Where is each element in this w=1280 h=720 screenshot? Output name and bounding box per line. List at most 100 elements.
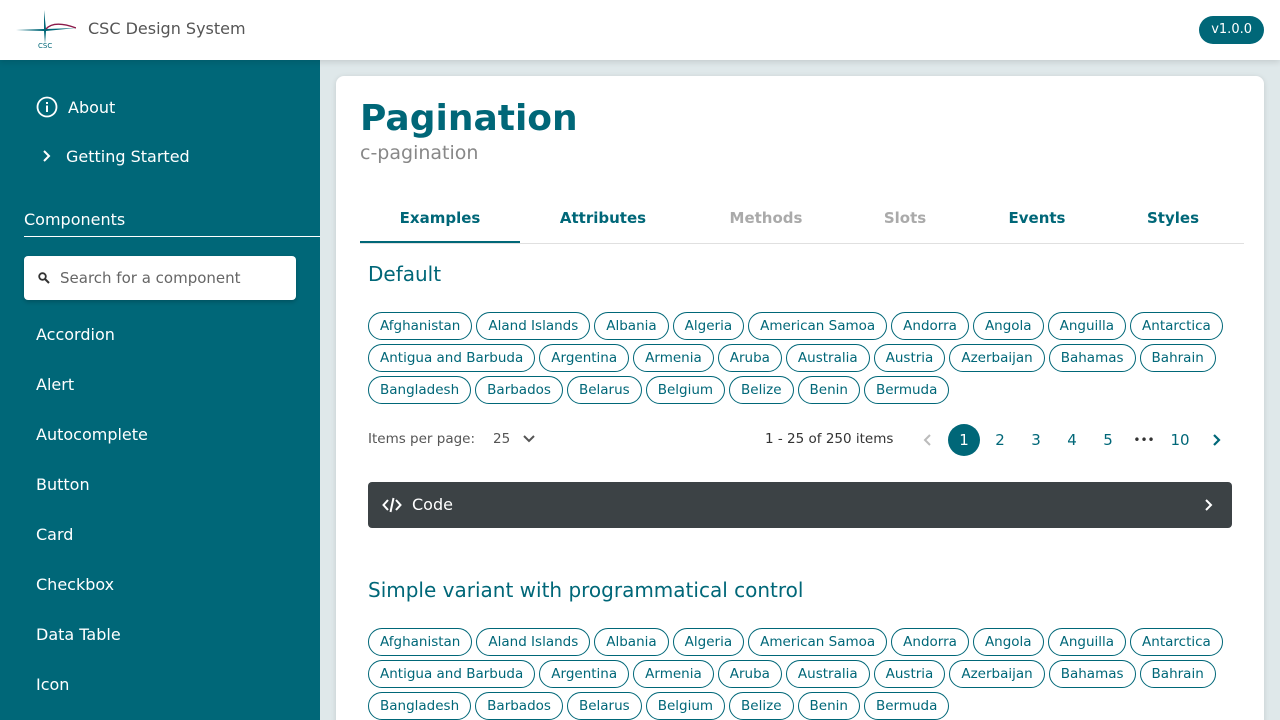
country-chip[interactable]: Anguilla [1047,628,1127,656]
version-badge: v1.0.0 [1199,16,1264,44]
country-chip[interactable]: American Samoa [748,312,888,340]
page-button-5[interactable]: 5 [1092,424,1124,456]
page-button-3[interactable]: 3 [1020,424,1052,456]
sidebar-item-alert[interactable]: Alert [36,375,74,394]
pagination: Items per page: 25 1 - 25 of 250 items 1… [368,424,1232,456]
chip-list: Afghanistan Aland Islands Albania Algeri… [368,312,1238,404]
country-chip[interactable]: Benin [797,376,860,404]
search-icon [38,272,50,284]
country-chip[interactable]: Armenia [633,660,714,688]
csc-logo[interactable]: CSC [16,8,76,50]
next-page-button[interactable] [1200,424,1232,456]
country-chip[interactable]: Austria [873,344,946,372]
sidebar-item-autocomplete[interactable]: Autocomplete [36,425,148,444]
sidebar-item-button[interactable]: Button [36,475,90,494]
country-chip[interactable]: Algeria [672,628,745,656]
country-chip[interactable]: Bangladesh [368,692,472,720]
main-card: Pagination c-pagination Examples Attribu… [336,76,1264,720]
page-button-10[interactable]: 10 [1164,424,1196,456]
page-ellipsis: ••• [1133,433,1155,447]
country-chip[interactable]: Antarctica [1130,628,1223,656]
country-chip[interactable]: Bahrain [1139,660,1216,688]
country-chip[interactable]: Bahamas [1048,344,1136,372]
country-chip[interactable]: Bahamas [1048,660,1136,688]
components-section-title: Components [24,210,126,229]
country-chip[interactable]: Austria [873,660,946,688]
chevron-right-icon [1213,434,1221,446]
country-chip[interactable]: Belgium [645,376,726,404]
country-chip[interactable]: Bangladesh [368,376,472,404]
sidebar-item-getting-started[interactable]: Getting Started [36,146,190,166]
country-chip[interactable]: Andorra [891,312,969,340]
tab-attributes[interactable]: Attributes [523,209,683,227]
items-per-page-select[interactable]: 25 [493,431,510,447]
country-chip[interactable]: Belize [729,376,794,404]
country-chip[interactable]: Barbados [475,376,563,404]
sidebar-item-icon[interactable]: Icon [36,675,69,694]
search-input[interactable] [60,269,280,287]
sidebar-item-checkbox[interactable]: Checkbox [36,575,114,594]
app-title: CSC Design System [88,19,246,38]
sidebar-item-data-table[interactable]: Data Table [36,625,121,644]
country-chip[interactable]: Antigua and Barbuda [368,660,536,688]
previous-page-button[interactable] [912,424,944,456]
page-title: Pagination [360,98,578,139]
tab-methods: Methods [729,209,803,227]
country-chip[interactable]: Angola [972,312,1044,340]
country-chip[interactable]: Azerbaijan [949,660,1045,688]
svg-text:CSC: CSC [38,42,52,50]
page-button-4[interactable]: 4 [1056,424,1088,456]
country-chip[interactable]: Bermuda [863,376,950,404]
country-chip[interactable]: Australia [785,344,870,372]
tab-styles[interactable]: Styles [1103,209,1243,227]
country-chip[interactable]: Belarus [566,692,642,720]
country-chip[interactable]: Algeria [672,312,745,340]
sidebar-item-label: About [68,97,116,117]
country-chip[interactable]: Angola [972,628,1044,656]
country-chip[interactable]: Antigua and Barbuda [368,344,536,372]
component-search[interactable] [24,256,296,300]
country-chip[interactable]: Azerbaijan [949,344,1045,372]
country-chip[interactable]: Argentina [539,344,630,372]
page-button-2[interactable]: 2 [984,424,1016,456]
country-chip[interactable]: Bahrain [1139,344,1216,372]
range-text: 1 - 25 of 250 items [765,431,894,447]
tab-events[interactable]: Events [967,209,1107,227]
country-chip[interactable]: Afghanistan [368,628,473,656]
country-chip[interactable]: Aland Islands [476,312,591,340]
country-chip[interactable]: Albania [594,312,669,340]
country-chip[interactable]: Belarus [566,376,642,404]
country-chip[interactable]: Antarctica [1130,312,1223,340]
chevron-right-icon [43,150,51,162]
country-chip[interactable]: Andorra [891,628,969,656]
country-chip[interactable]: American Samoa [748,628,888,656]
app-header: CSC CSC Design System v1.0.0 [0,0,1280,60]
country-chip[interactable]: Aruba [717,344,782,372]
tab-examples[interactable]: Examples [360,209,520,227]
country-chip[interactable]: Aland Islands [476,628,591,656]
sidebar-item-accordion[interactable]: Accordion [36,325,115,344]
sidebar-item-about[interactable]: About [36,96,115,118]
chevron-down-icon[interactable] [520,430,538,448]
country-chip[interactable]: Armenia [633,344,714,372]
code-icon [382,497,402,513]
chip-list: Afghanistan Aland Islands Albania Algeri… [368,628,1238,720]
info-icon [36,96,58,118]
country-chip[interactable]: Belgium [645,692,726,720]
country-chip[interactable]: Barbados [475,692,563,720]
country-chip[interactable]: Benin [797,692,860,720]
country-chip[interactable]: Aruba [717,660,782,688]
tab-bar: Examples Attributes Methods Slots Events… [360,200,1244,244]
code-expander[interactable]: Code [368,482,1232,528]
country-chip[interactable]: Bermuda [863,692,950,720]
page-subtitle: c-pagination [360,142,479,164]
items-per-page-label: Items per page: [368,431,476,447]
country-chip[interactable]: Australia [785,660,870,688]
country-chip[interactable]: Afghanistan [368,312,473,340]
sidebar-item-card[interactable]: Card [36,525,73,544]
page-button-1[interactable]: 1 [948,424,980,456]
country-chip[interactable]: Albania [594,628,669,656]
country-chip[interactable]: Argentina [539,660,630,688]
country-chip[interactable]: Anguilla [1047,312,1127,340]
country-chip[interactable]: Belize [729,692,794,720]
